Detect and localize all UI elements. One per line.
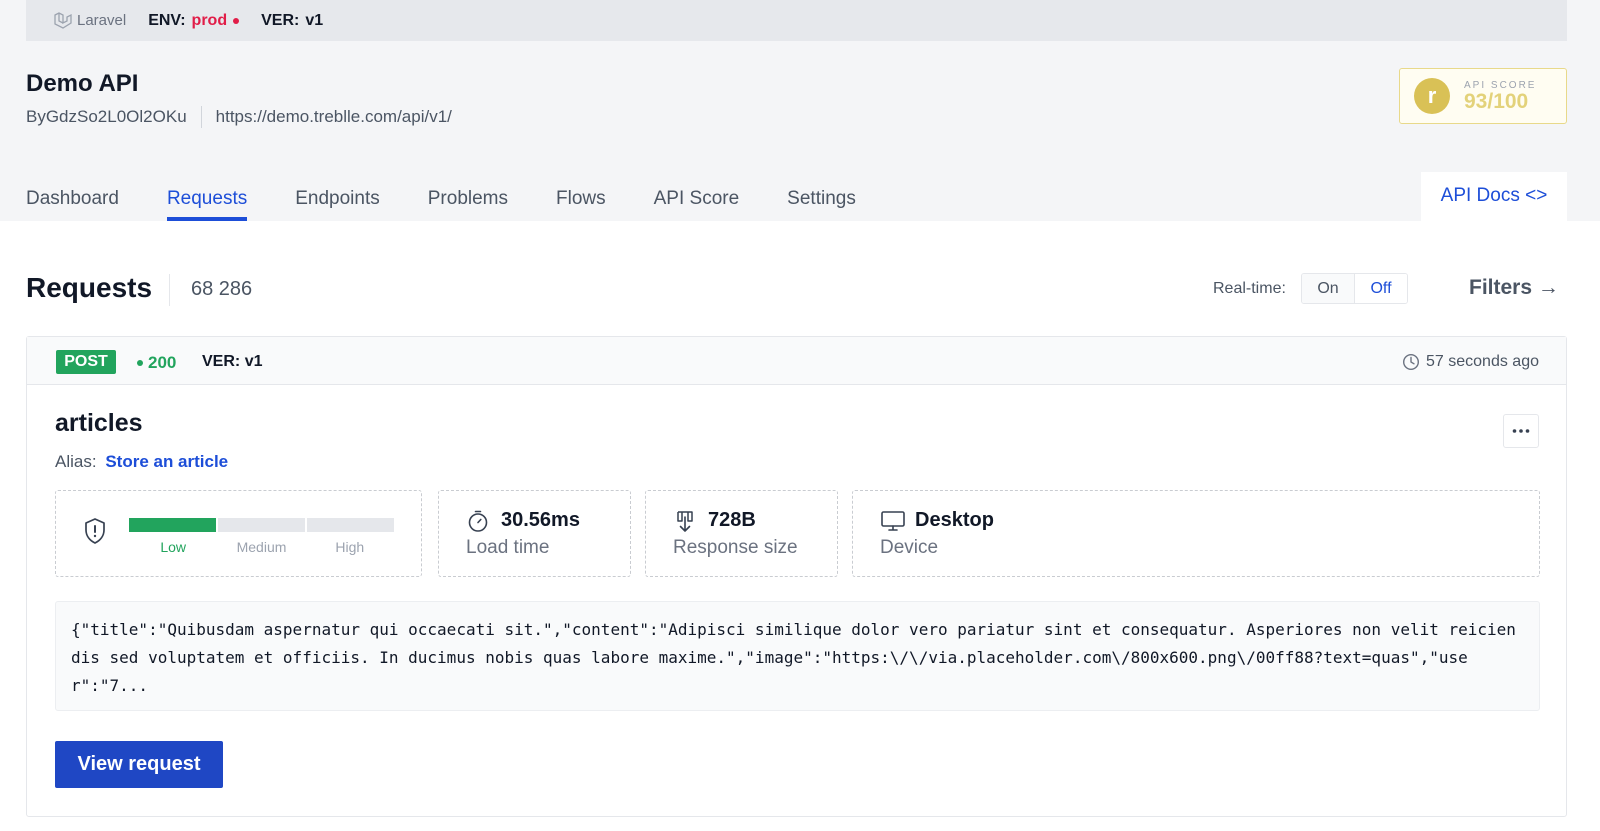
realtime-label: Real-time:: [1213, 280, 1286, 297]
framework-name: Laravel: [77, 12, 127, 29]
risk-level-labels: Low Medium High: [129, 539, 394, 555]
realtime-off-button[interactable]: Off: [1355, 274, 1407, 303]
more-horizontal-icon: [1512, 429, 1530, 433]
request-version: VER: v1: [202, 353, 262, 371]
request-timestamp: 57 seconds ago: [1402, 353, 1539, 371]
api-base-url[interactable]: https://demo.treblle.com/api/v1/: [216, 107, 452, 127]
api-id: ByGdzSo2L0Ol2OKu: [26, 107, 187, 126]
request-version-value: v1: [244, 353, 263, 370]
treblle-logo-icon: r: [1414, 78, 1450, 114]
env-value: prod: [191, 11, 228, 29]
api-docs-tab[interactable]: API Docs <>: [1421, 172, 1567, 221]
laravel-icon: [54, 11, 72, 29]
api-score-value: 93/100: [1464, 89, 1529, 113]
tab-dashboard[interactable]: Dashboard: [26, 172, 119, 221]
request-version-label: VER:: [202, 353, 241, 370]
risk-level-bar: [129, 518, 394, 532]
realtime-on-button[interactable]: On: [1302, 274, 1355, 303]
risk-segment-medium: [218, 518, 305, 532]
time-ago-text: 57 seconds ago: [1426, 353, 1539, 370]
request-payload-preview: {"title":"Quibusdam aspernatur qui occae…: [55, 601, 1540, 711]
download-icon: [677, 511, 693, 532]
security-risk-stat: Low Medium High: [55, 490, 422, 577]
response-size-value: 728B: [708, 509, 756, 531]
status-code: 200: [137, 353, 176, 373]
device-stat: Desktop Device: [852, 490, 1540, 577]
api-score-label: API SCORE: [1464, 79, 1537, 91]
risk-label-low: Low: [160, 539, 186, 555]
version-label: VER:: [261, 11, 300, 29]
stopwatch-icon: [468, 510, 488, 532]
realtime-toggle: On Off: [1301, 273, 1408, 304]
load-time-stat: 30.56ms Load time: [438, 490, 631, 577]
tab-problems[interactable]: Problems: [428, 172, 508, 221]
tab-flows[interactable]: Flows: [556, 172, 606, 221]
version-value: v1: [305, 11, 324, 29]
response-size-label: Response size: [673, 537, 798, 558]
load-time-label: Load time: [466, 537, 550, 558]
meta-divider: [200, 106, 202, 128]
api-meta: ByGdzSo2L0Ol2OKu https://demo.treblle.co…: [26, 106, 452, 128]
tab-endpoints[interactable]: Endpoints: [295, 172, 380, 221]
risk-segment-low: [129, 518, 216, 532]
endpoint-name[interactable]: articles: [55, 409, 143, 438]
env-status-dot: [233, 17, 240, 24]
status-code-value: 200: [148, 353, 177, 372]
env-label: ENV:: [148, 11, 186, 29]
monitor-icon: [881, 511, 905, 531]
http-method-badge: POST: [56, 350, 116, 374]
view-request-button[interactable]: View request: [55, 741, 223, 788]
response-size-stat: 728B Response size: [645, 490, 838, 577]
status-dot: [137, 360, 143, 366]
api-title: Demo API: [26, 70, 139, 97]
framework-logo: Laravel: [53, 11, 126, 31]
environment-bar: Laravel ENV: prod VER: v1: [26, 0, 1567, 41]
request-count: 68 286: [191, 278, 253, 300]
request-card-header: POST 200 VER: v1 57 seconds ago: [27, 337, 1566, 385]
api-score-badge[interactable]: r API SCORE 93/100: [1399, 68, 1567, 124]
device-value: Desktop: [915, 509, 994, 531]
tab-settings[interactable]: Settings: [787, 172, 856, 221]
shield-alert-icon: [85, 518, 105, 544]
load-time-value: 30.56ms: [501, 509, 580, 531]
risk-segment-high: [307, 518, 394, 532]
clock-icon: [1403, 353, 1420, 371]
request-card: POST 200 VER: v1 57 seconds ago articles…: [26, 336, 1567, 817]
section-title: Requests: [26, 272, 153, 303]
device-label: Device: [880, 537, 939, 558]
more-options-button[interactable]: [1503, 414, 1539, 448]
tab-requests[interactable]: Requests: [166, 172, 248, 221]
main-tabs: Dashboard Requests Endpoints Problems Fl…: [26, 172, 904, 221]
tab-api-score[interactable]: API Score: [654, 172, 740, 221]
title-divider: [169, 274, 170, 306]
filters-button[interactable]: Filters →: [1469, 276, 1559, 300]
alias-label: Alias:: [55, 452, 97, 471]
alias-value[interactable]: Store an article: [105, 452, 228, 471]
risk-label-high: High: [335, 539, 365, 555]
endpoint-alias: Alias: Store an article: [55, 452, 228, 472]
risk-label-medium: Medium: [236, 539, 287, 555]
